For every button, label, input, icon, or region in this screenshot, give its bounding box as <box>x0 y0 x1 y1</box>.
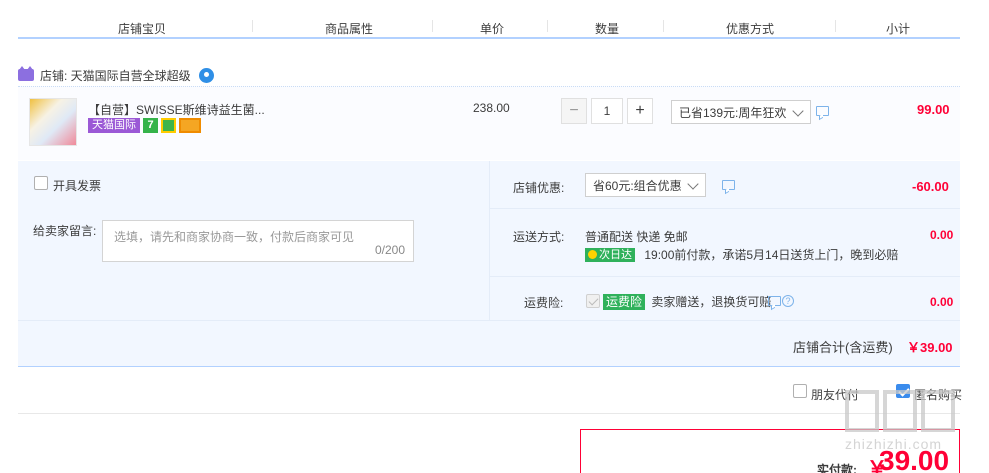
card-icon <box>179 118 201 133</box>
shipping-method: 普通配送 快递 免邮 <box>585 230 688 244</box>
memo-placeholder: 选填，请先和商家协商一致，付款后商家可见 <box>114 230 355 244</box>
order-extras: 开具发票 给卖家留言: 选填，请先和商家协商一致，付款后商家可见 0/200 店… <box>18 161 960 320</box>
shop-discount-select[interactable]: 省60元:组合优惠 <box>585 173 706 197</box>
insurance-label: 运费险: <box>524 296 564 310</box>
shipping-detail: 19:00前付款，承诺5月14日送货上门，晚到必赔 <box>644 248 899 262</box>
memo-label: 给卖家留言: <box>33 224 97 238</box>
site-watermark: zhizhizhi.com <box>845 390 985 470</box>
chevron-down-icon <box>687 178 699 190</box>
shipping-label: 运送方式: <box>513 230 565 244</box>
col-unit-price: 单价 <box>480 22 505 36</box>
shop-total-amount: ￥39.00 <box>907 340 953 355</box>
unit-price: 238.00 <box>473 101 510 115</box>
order-item-row: 【自营】SWISSE斯维诗益生菌... 天猫国际 7 238.00 − + 已省… <box>18 86 960 160</box>
item-discount-select[interactable]: 已省139元:周年狂欢 <box>671 100 811 124</box>
friend-pay-checkbox[interactable] <box>793 384 807 398</box>
shop-discount-value: 省60元:组合优惠 <box>593 178 682 193</box>
product-thumbnail[interactable] <box>29 98 77 146</box>
lightning-icon <box>588 250 597 259</box>
quantity-stepper: − + <box>561 98 653 124</box>
seven-day-return-icon: 7 <box>143 118 158 133</box>
qty-minus-button[interactable]: − <box>561 98 587 124</box>
col-qty: 数量 <box>595 22 620 36</box>
invoice-label: 开具发票 <box>53 179 102 193</box>
insurance-checkbox <box>586 294 600 308</box>
seller-memo-textarea[interactable]: 选填，请先和商家协商一致，付款后商家可见 0/200 <box>102 220 414 262</box>
qty-input[interactable] <box>591 98 623 124</box>
tmall-cat-icon <box>18 66 34 81</box>
col-attrs: 商品属性 <box>325 22 374 36</box>
watermark-url: zhizhizhi.com <box>845 436 943 452</box>
tmall-global-tag: 天猫国际 <box>88 118 140 133</box>
insurance-fee: 0.00 <box>930 295 954 309</box>
insurance-text: 卖家赠送，退换货可赔 <box>651 295 772 309</box>
watermark-logo <box>845 390 985 432</box>
memo-char-counter: 0/200 <box>374 243 405 257</box>
qty-plus-button[interactable]: + <box>627 98 653 124</box>
product-tags: 天猫国际 7 <box>88 118 201 133</box>
shop-total-label: 店铺合计(含运费) <box>793 340 893 355</box>
order-table-header: 店铺宝贝 商品属性 单价 数量 优惠方式 小计 <box>18 12 960 39</box>
col-subtotal: 小计 <box>886 22 911 36</box>
next-day-badge: 次日达 <box>585 247 635 262</box>
col-discount: 优惠方式 <box>726 22 775 36</box>
shop-discount-amount: -60.00 <box>912 179 949 194</box>
help-icon[interactable]: ? <box>782 295 794 307</box>
discount-info-icon[interactable] <box>816 106 829 116</box>
col-shop-item: 店铺宝贝 <box>118 22 167 36</box>
shipping-fee: 0.00 <box>930 228 954 242</box>
shop-name[interactable]: 店铺: 天猫国际自营全球超级 <box>40 67 191 84</box>
guarantee-icon <box>161 118 176 133</box>
shop-discount-label: 店铺优惠: <box>513 181 565 195</box>
item-subtotal: 99.00 <box>917 102 950 117</box>
shop-discount-info-icon[interactable] <box>722 180 735 190</box>
shop-line: 店铺: 天猫国际自营全球超级 <box>18 66 214 84</box>
product-title[interactable]: 【自营】SWISSE斯维诗益生菌... <box>88 101 265 118</box>
insurance-info: 运费险 卖家赠送，退换货可赔 <box>603 293 771 310</box>
shop-total-bar: 店铺合计(含运费) ￥39.00 <box>18 320 960 367</box>
invoice-checkbox[interactable] <box>34 176 48 190</box>
insurance-info-icon[interactable] <box>768 296 781 306</box>
wangwang-chat-icon[interactable] <box>198 67 214 83</box>
shipping-info: 次日达 19:00前付款，承诺5月14日送货上门，晚到必赔 <box>585 246 898 263</box>
insurance-badge: 运费险 <box>603 294 646 310</box>
chevron-down-icon <box>792 105 804 117</box>
item-discount-value: 已省139元:周年狂欢 <box>679 105 787 120</box>
